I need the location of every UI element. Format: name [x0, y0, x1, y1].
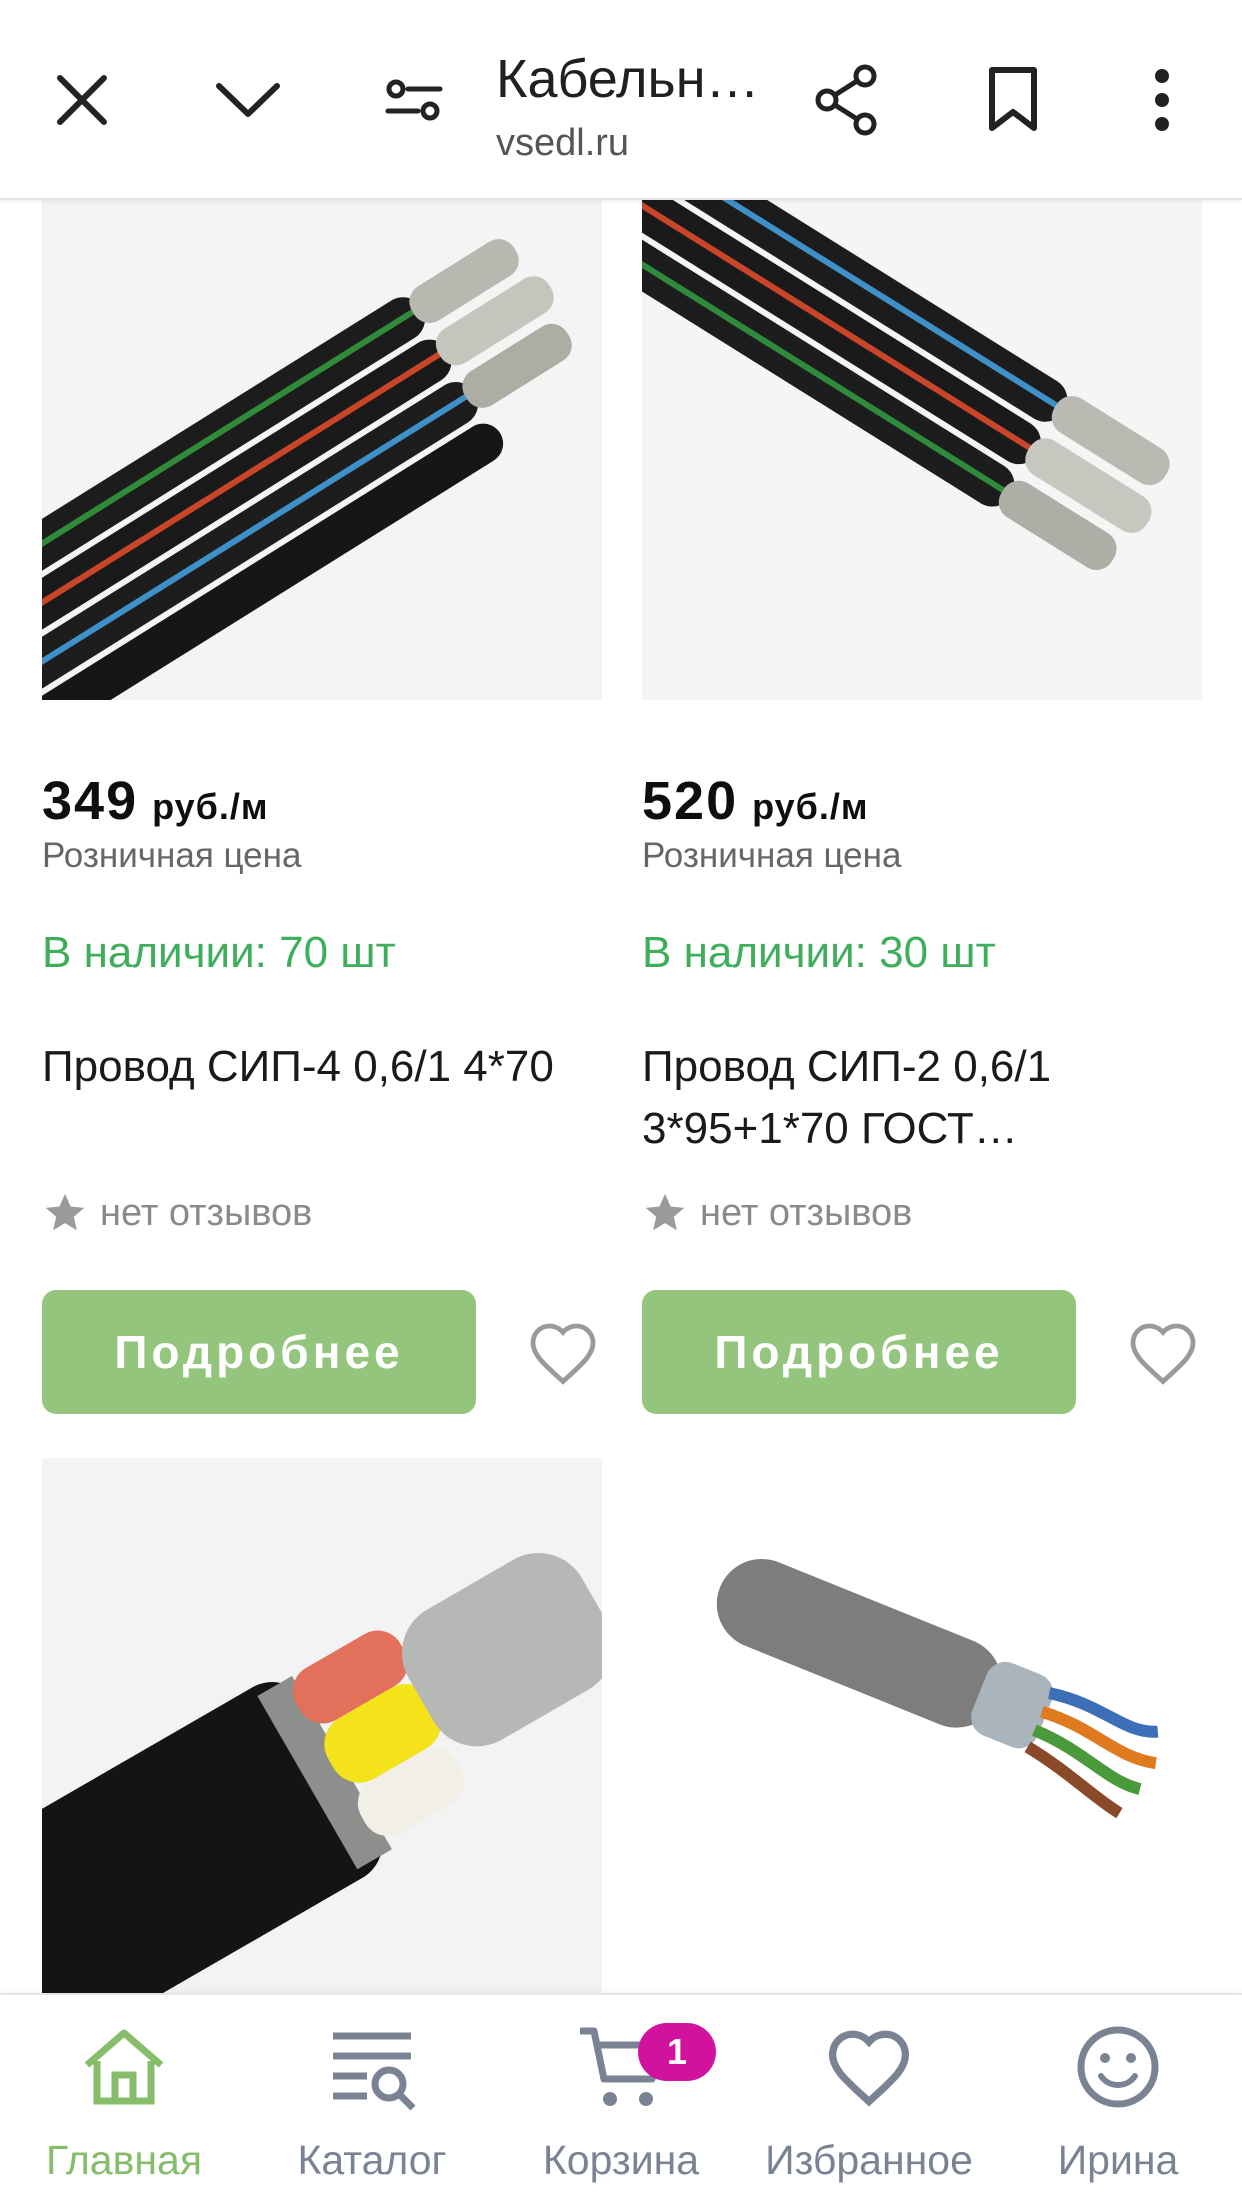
nav-home[interactable]: Главная [9, 2017, 239, 2197]
page-url: vsedl.ru [496, 122, 630, 164]
price-label: Розничная цена [642, 836, 902, 875]
close-button[interactable] [32, 50, 132, 150]
bookmark-icon [989, 67, 1037, 131]
nav-catalog-label: Каталог [297, 2137, 447, 2183]
chevron-down-icon [216, 83, 280, 117]
cable-sip4-icon [42, 200, 602, 700]
heart-icon [828, 2030, 910, 2107]
browser-top-bar: Кабельн… vsedl.ru [0, 0, 1242, 200]
favorite-button[interactable] [518, 1308, 608, 1398]
page-title: Кабельн… [496, 49, 760, 109]
home-icon-wrap [74, 2017, 174, 2117]
profile-icon-wrap [1068, 2017, 1168, 2117]
nav-cart-label: Корзина [542, 2137, 700, 2183]
price-value: 520 [642, 771, 739, 831]
nav-favorites-label: Избранное [765, 2137, 973, 2183]
star-icon [645, 1193, 685, 1231]
product-card [642, 1458, 1202, 1998]
smiley-icon [1077, 2026, 1159, 2108]
heart-icon [530, 1323, 596, 1385]
cable-sip2-icon [642, 200, 1202, 700]
nav-home-label: Главная [45, 2137, 203, 2183]
stock-status: В наличии: 30 шт [642, 928, 996, 977]
cart-count-badge: 1 [638, 2023, 716, 2081]
tune-icon [385, 79, 443, 121]
stock-status: В наличии: 70 шт [42, 928, 396, 977]
catalog-icon-wrap [322, 2017, 422, 2117]
reviews-info: нет отзывов [42, 1190, 312, 1236]
product-price: 349 руб./м [42, 770, 269, 832]
more-vert-icon [1155, 69, 1169, 131]
product-image[interactable] [642, 1458, 1202, 1998]
product-name[interactable]: Провод СИП-2 0,6/1 3*95+1*70 ГОСТ… [642, 1036, 1202, 1160]
bookmark-button[interactable] [963, 50, 1063, 150]
details-button[interactable]: Подробнее [42, 1290, 476, 1414]
price-unit: руб./м [152, 786, 269, 827]
price-unit: руб./м [752, 786, 869, 827]
product-card [42, 1458, 602, 1998]
reviews-info: нет отзывов [642, 1190, 912, 1236]
price-label: Розничная цена [42, 836, 302, 875]
star-icon [45, 1193, 85, 1231]
utp-cable-icon [642, 1458, 1202, 1998]
product-price: 520 руб./м [642, 770, 869, 832]
bottom-navigation: Главная Каталог Корзина 1 Избранное Ирин… [0, 1993, 1242, 2208]
favorite-button[interactable] [1118, 1308, 1208, 1398]
product-image[interactable] [642, 200, 1202, 700]
nav-catalog[interactable]: Каталог [257, 2017, 487, 2197]
product-card: 520 руб./м Розничная цена В наличии: 30 ш… [642, 0, 1202, 1420]
collapse-button[interactable] [198, 50, 298, 150]
reviews-text: нет отзывов [700, 1191, 913, 1234]
nav-favorites[interactable]: Избранное [754, 2017, 984, 2197]
price-value: 349 [42, 771, 139, 831]
product-image[interactable] [42, 200, 602, 700]
nav-cart[interactable]: Корзина 1 [506, 2017, 736, 2197]
product-name[interactable]: Провод СИП-4 0,6/1 4*70 [42, 1036, 602, 1098]
product-card: 349 руб./м Розничная цена В наличии: 70 ш… [42, 0, 602, 1420]
heart-icon [1130, 1323, 1196, 1385]
armored-cable-icon [42, 1458, 602, 1998]
details-button[interactable]: Подробнее [642, 1290, 1076, 1414]
more-options-button[interactable] [1112, 50, 1212, 150]
share-button[interactable] [797, 50, 897, 150]
catalog-search-icon [333, 2032, 416, 2111]
share-icon [815, 64, 877, 136]
site-settings-button[interactable] [364, 50, 464, 150]
nav-profile-label: Ирина [1057, 2137, 1179, 2183]
product-image[interactable] [42, 1458, 602, 1998]
reviews-text: нет отзывов [100, 1191, 313, 1234]
nav-profile[interactable]: Ирина [1003, 2017, 1233, 2197]
favorites-icon-wrap [819, 2017, 919, 2117]
close-icon [57, 75, 107, 125]
home-icon [84, 2029, 164, 2105]
